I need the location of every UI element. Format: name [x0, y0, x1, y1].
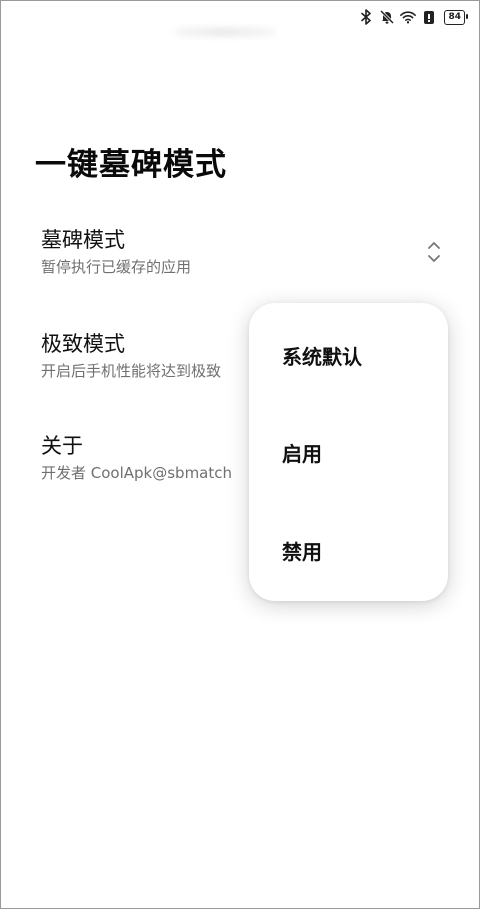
bluetooth-icon [358, 9, 374, 25]
page-title: 一键墓碑模式 [35, 147, 227, 183]
dropdown-popup-menu: 系统默认 启用 禁用 [249, 303, 448, 601]
battery-icon: 84 [444, 9, 468, 25]
chevron-up-down-icon[interactable] [425, 239, 443, 265]
mute-bell-icon [379, 9, 395, 25]
battery-level: 84 [448, 12, 461, 22]
status-bar-time-blur [175, 27, 275, 37]
app-screen: 84 一键墓碑模式 墓碑模式 暂停执行已缓存的应用 极致模式 开启后手机性能将达… [0, 0, 480, 909]
status-bar: 84 [358, 7, 468, 27]
wifi-icon [400, 9, 417, 25]
menu-option-enable[interactable]: 启用 [282, 440, 322, 468]
preference-title: 墓碑模式 [41, 228, 125, 252]
preference-tombstone-mode[interactable]: 墓碑模式 暂停执行已缓存的应用 [41, 226, 461, 278]
menu-option-system-default[interactable]: 系统默认 [282, 343, 362, 371]
menu-option-disable[interactable]: 禁用 [282, 538, 322, 566]
preference-summary: 暂停执行已缓存的应用 [41, 258, 192, 276]
battery-saver-icon [421, 9, 437, 25]
